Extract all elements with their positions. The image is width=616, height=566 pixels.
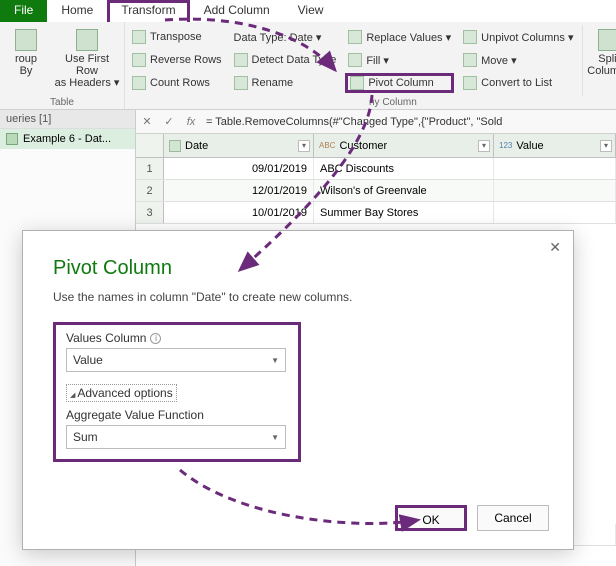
reverse-icon xyxy=(132,53,146,67)
text-type-icon: ABC xyxy=(319,141,335,150)
queries-header: ueries [1] xyxy=(0,110,135,129)
tab-add-column[interactable]: Add Column xyxy=(190,0,284,22)
dialog-form-highlight: Values Columni Value▼ Advanced options A… xyxy=(53,322,301,462)
advanced-options-toggle[interactable]: Advanced options xyxy=(66,384,177,402)
rename-icon xyxy=(234,76,248,90)
values-column-label: Values Columni xyxy=(66,331,288,345)
count-rows-button[interactable]: Count Rows xyxy=(129,73,225,93)
detect-icon xyxy=(234,53,248,67)
unpivot-icon xyxy=(463,30,477,44)
aggregate-label: Aggregate Value Function xyxy=(66,408,288,422)
replace-values-button[interactable]: Replace Values ▾ xyxy=(345,27,454,47)
group-label-any-column: ny Column xyxy=(129,96,616,108)
chevron-down-icon: ▼ xyxy=(271,433,279,442)
fx-cancel-icon[interactable]: ✕ xyxy=(136,115,158,128)
fx-accept-icon[interactable]: ✓ xyxy=(158,115,180,128)
convert-icon xyxy=(463,76,477,90)
cancel-button[interactable]: Cancel xyxy=(477,505,549,531)
transpose-button[interactable]: Transpose xyxy=(129,27,225,47)
split-column-button[interactable]: Split Column▾ xyxy=(582,25,616,96)
col-header-value[interactable]: 123Value▾ xyxy=(494,134,616,157)
fill-button[interactable]: Fill ▾ xyxy=(345,50,454,70)
pivot-column-button[interactable]: Pivot Column xyxy=(345,73,454,93)
ribbon-tabs: File Home Transform Add Column View xyxy=(0,0,616,22)
dialog-subtitle: Use the names in column "Date" to create… xyxy=(53,290,543,304)
pivot-icon xyxy=(350,76,364,90)
use-first-row-button[interactable]: Use First Row as Headers ▾ xyxy=(54,25,120,96)
formula-text[interactable]: = Table.RemoveColumns(#"Changed Type",{"… xyxy=(202,116,502,128)
group-label-table: Table xyxy=(4,96,120,108)
tab-transform[interactable]: Transform xyxy=(107,0,189,22)
col-header-customer[interactable]: ABCCustomer▾ xyxy=(314,134,494,157)
date-type-icon xyxy=(169,140,181,152)
data-type-button[interactable]: Data Type: Date ▾ xyxy=(231,27,340,47)
values-column-select[interactable]: Value▼ xyxy=(66,348,286,372)
dialog-close-button[interactable]: ✕ xyxy=(549,239,561,256)
group-by-icon xyxy=(15,29,37,51)
col-header-date[interactable]: Date▾ xyxy=(164,134,314,157)
convert-list-button[interactable]: Convert to List xyxy=(460,73,576,93)
formula-bar: ✕ ✓ fx = Table.RemoveColumns(#"Changed T… xyxy=(136,110,616,134)
info-icon[interactable]: i xyxy=(150,333,161,344)
grid-corner[interactable] xyxy=(136,134,164,157)
aggregate-function-select[interactable]: Sum▼ xyxy=(66,425,286,449)
fx-icon: fx xyxy=(180,116,202,128)
table-row[interactable]: 310/01/2019Summer Bay Stores xyxy=(136,202,616,224)
grid-header: Date▾ ABCCustomer▾ 123Value▾ xyxy=(136,134,616,158)
dialog-title: Pivot Column xyxy=(53,257,543,280)
rename-button[interactable]: Rename xyxy=(231,73,340,93)
col-filter-icon[interactable]: ▾ xyxy=(298,140,310,152)
count-icon xyxy=(132,76,146,90)
table-row[interactable]: 109/01/2019ABC Discounts xyxy=(136,158,616,180)
query-item[interactable]: Example 6 - Dat... xyxy=(0,129,135,149)
pivot-column-dialog: ✕ Pivot Column Use the names in column "… xyxy=(22,230,574,550)
transpose-icon xyxy=(132,30,146,44)
table-icon xyxy=(6,133,18,145)
col-filter-icon[interactable]: ▾ xyxy=(478,140,490,152)
ok-button[interactable]: OK xyxy=(395,505,467,531)
replace-icon xyxy=(348,30,362,44)
move-icon xyxy=(463,53,477,67)
move-button[interactable]: Move ▾ xyxy=(460,50,576,70)
split-icon xyxy=(598,29,616,51)
dialog-footer: OK Cancel xyxy=(395,505,549,531)
tab-view[interactable]: View xyxy=(284,0,338,22)
ribbon-body: roup By Use First Row as Headers ▾ Table… xyxy=(0,22,616,110)
reverse-rows-button[interactable]: Reverse Rows xyxy=(129,50,225,70)
chevron-down-icon: ▼ xyxy=(271,356,279,365)
unpivot-button[interactable]: Unpivot Columns ▾ xyxy=(460,27,576,47)
fill-icon xyxy=(348,53,362,67)
group-by-button[interactable]: roup By xyxy=(4,25,48,96)
detect-type-button[interactable]: Detect Data Type xyxy=(231,50,340,70)
col-filter-icon[interactable]: ▾ xyxy=(600,140,612,152)
table-row[interactable]: 212/01/2019Wilson's of Greenvale xyxy=(136,180,616,202)
headers-icon xyxy=(76,29,98,51)
tab-home[interactable]: Home xyxy=(47,0,107,22)
tab-file[interactable]: File xyxy=(0,0,47,22)
number-type-icon: 123 xyxy=(499,141,512,150)
